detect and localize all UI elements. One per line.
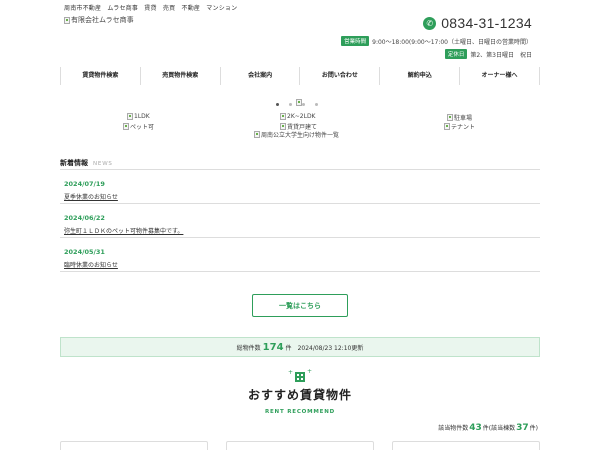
news-link[interactable]: 夏季休業のお知らせ — [64, 192, 536, 201]
total-listings-bar: 総物件数 174 件 2024/08/23 12:10更新 — [60, 337, 540, 357]
nav-cancellation[interactable]: 解約申込 — [379, 67, 459, 85]
image-icon — [280, 123, 286, 130]
nav-contact[interactable]: お問い合わせ — [299, 67, 379, 85]
nav-owners[interactable]: オーナー様へ — [459, 67, 540, 85]
slider-dot-2[interactable] — [289, 103, 292, 106]
banner-parking[interactable]: 駐車場 — [447, 113, 472, 122]
news-item: 2024/07/19 夏季休業のお知らせ — [60, 170, 540, 204]
banner-university[interactable]: 周南公立大学生向け物件一覧 — [254, 130, 339, 139]
hours-badge: 営業時間 — [341, 36, 370, 46]
total-updated: 2024/08/23 12:10更新 — [297, 344, 364, 352]
business-hours: 営業時間 9:00～18:00(9:00～17:00（土曜日、日曜日の営業時間） — [341, 36, 532, 46]
news-title-en: NEWS — [93, 161, 113, 167]
banner-parking-label: 駐車場 — [454, 115, 473, 122]
nav-sale-search[interactable]: 売買物件検索 — [139, 67, 220, 85]
banner-2k-2ldk[interactable]: 2K~2LDK — [280, 113, 316, 120]
count-prefix: 該当物件数 — [438, 425, 469, 432]
banner-tenant-label: テナント — [451, 124, 476, 131]
recommend-title: おすすめ賃貸物件 — [247, 388, 352, 402]
banner-1ldk[interactable]: 1LDK — [127, 113, 150, 120]
image-icon — [280, 113, 286, 120]
news-date: 2024/05/31 — [64, 248, 105, 256]
banner-pet[interactable]: ペット可 — [123, 122, 154, 131]
news-date: 2024/07/19 — [64, 180, 105, 188]
image-icon — [254, 131, 260, 138]
news-item: 2024/05/31 臨時休業のお知らせ — [60, 238, 540, 272]
slider-dot-1[interactable] — [276, 103, 279, 106]
property-count: 43 — [469, 423, 482, 433]
news-date: 2024/06/22 — [64, 214, 105, 222]
slider-dots — [276, 103, 318, 106]
svg-text:+: + — [307, 368, 312, 375]
recommend-count: 該当物件数 43 件(該当棟数 37 件) — [438, 423, 538, 433]
nav-rent-search[interactable]: 賃貸物件検索 — [60, 67, 140, 85]
svg-text:+: + — [288, 369, 293, 376]
banner-pet-label: ペット可 — [130, 124, 155, 131]
holiday-badge: 定休日 — [444, 49, 468, 59]
image-icon — [123, 123, 129, 130]
news-link[interactable]: 臨時休業のお知らせ — [64, 260, 536, 269]
news-list: 2024/07/19 夏季休業のお知らせ 2024/06/22 弥生町１ＬＤＫの… — [60, 169, 540, 272]
news-heading: 新着情報 NEWS — [60, 158, 113, 168]
property-card[interactable] — [392, 441, 540, 450]
news-title: 新着情報 — [60, 159, 88, 167]
image-icon — [447, 114, 453, 121]
total-count: 174 — [262, 341, 284, 353]
image-icon — [444, 123, 450, 130]
building-icon: + + — [288, 368, 312, 382]
property-card[interactable] — [60, 441, 208, 450]
logo-alt-text: 有限会社ムラセ商事 — [71, 16, 134, 24]
building-count: 37 — [516, 423, 529, 433]
banner-university-label: 周南公立大学生向け物件一覧 — [261, 132, 340, 139]
news-link[interactable]: 弥生町１ＬＤＫのペット可物件募集中です。 — [64, 226, 536, 235]
slider-dot-4[interactable] — [315, 103, 318, 106]
banner-2k-2ldk-label: 2K~2LDK — [287, 113, 316, 120]
phone-number[interactable]: 0834-31-1234 — [441, 15, 532, 31]
banner-1ldk-label: 1LDK — [134, 113, 150, 120]
count-mid: 件(該当棟数 — [482, 425, 516, 432]
nav-company[interactable]: 会社案内 — [219, 67, 300, 85]
banner-tenant[interactable]: テナント — [444, 122, 475, 131]
total-prefix: 総物件数 — [236, 344, 261, 352]
hours-text: 9:00～18:00(9:00～17:00（土曜日、日曜日の営業時間） — [372, 38, 532, 46]
property-card[interactable] — [226, 441, 374, 450]
global-nav: 賃貸物件検索 売買物件検索 会社案内 お問い合わせ 解約申込 オーナー様へ — [60, 67, 540, 85]
holiday-info: 定休日 第2、第3日曜日 祝日 — [444, 49, 532, 59]
news-item: 2024/06/22 弥生町１ＬＤＫのペット可物件募集中です。 — [60, 204, 540, 238]
phone-icon: ✆ — [423, 16, 437, 30]
logo-image-icon — [64, 16, 70, 24]
company-logo[interactable]: 有限会社ムラセ商事 — [64, 15, 134, 25]
news-more-button[interactable]: 一覧はこちら — [252, 294, 348, 317]
slider-dot-3[interactable] — [302, 103, 305, 106]
recommend-subtitle: RENT RECOMMEND — [264, 409, 336, 415]
phone-contact[interactable]: ✆ 0834-31-1234 — [423, 15, 532, 31]
count-suffix: 件) — [529, 425, 538, 432]
image-icon — [127, 113, 133, 120]
site-tagline: 周南市不動産 ムラセ商事 賃貸 売買 不動産 マンション — [64, 5, 238, 12]
holiday-text: 第2、第3日曜日 祝日 — [470, 51, 532, 59]
total-suffix: 件 — [285, 344, 292, 352]
